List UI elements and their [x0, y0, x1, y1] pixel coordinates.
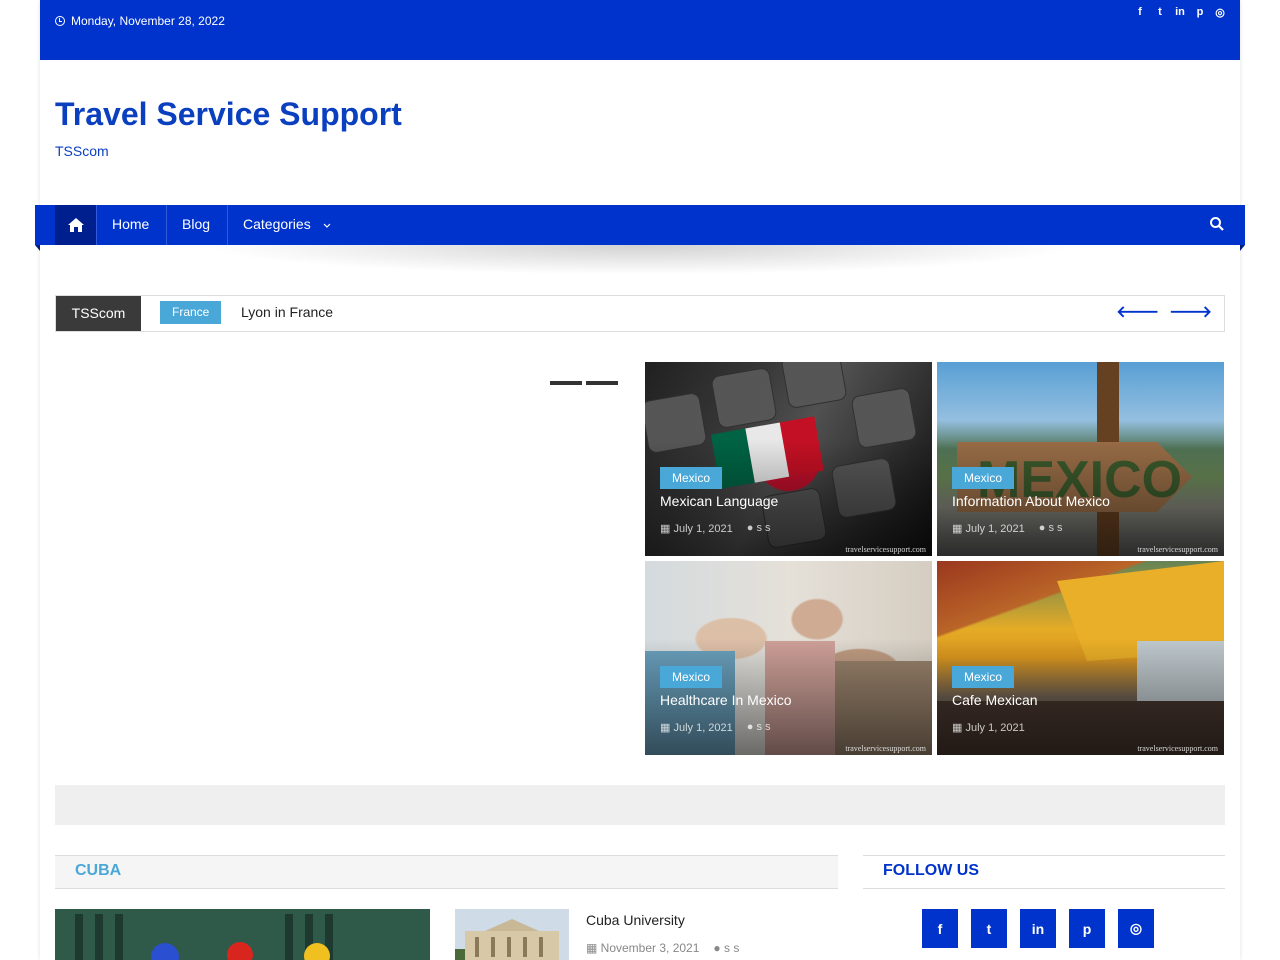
cuba-post-date: ▦ November 3, 2021 — [586, 941, 700, 955]
section-header-follow: FOLLOW US — [863, 855, 1225, 889]
ticker-label: TSScom — [56, 296, 141, 331]
calendar-icon: ▦ — [660, 722, 674, 734]
cuba-thumb-art — [455, 909, 569, 960]
card-title[interactable]: Healthcare In Mexico — [660, 692, 792, 708]
card-author[interactable]: ● s s — [747, 522, 771, 535]
instagram-icon[interactable]: ◎ — [1214, 6, 1226, 19]
nav-home[interactable]: Home — [96, 205, 164, 245]
slider-dot[interactable] — [550, 381, 582, 385]
card-date: ▦ July 1, 2021 — [952, 523, 1025, 535]
site-tagline: TSScom — [55, 143, 109, 159]
card-title[interactable]: Cafe Mexican — [952, 692, 1038, 708]
card-meta: ▦ July 1, 2021 ● s s — [660, 721, 771, 734]
card-title[interactable]: Mexican Language — [660, 493, 778, 509]
card-title[interactable]: Information About Mexico — [952, 493, 1110, 509]
nav-blog[interactable]: Blog — [166, 205, 225, 245]
cuba-featured-image[interactable] — [55, 909, 430, 960]
linkedin-icon[interactable]: in — [1174, 6, 1186, 19]
image-watermark: travelservicesupport.com — [845, 744, 926, 753]
calendar-icon: ▦ — [952, 722, 966, 734]
card-category-badge[interactable]: Mexico — [660, 666, 723, 688]
slider-dot[interactable] — [586, 381, 618, 385]
calendar-icon: ▦ — [586, 941, 601, 955]
section-header-cuba: CUBA — [55, 855, 838, 889]
card-category-badge[interactable]: Mexico — [660, 467, 723, 489]
main-nav: Home Blog Categories — [35, 205, 1245, 251]
twitter-icon[interactable]: t — [971, 909, 1007, 948]
search-icon[interactable] — [1209, 216, 1225, 232]
image-watermark: travelservicesupport.com — [1137, 545, 1218, 554]
calendar-icon: ▦ — [952, 523, 966, 535]
linkedin-icon[interactable]: in — [1020, 909, 1056, 948]
cuba-image-art — [55, 909, 430, 960]
calendar-icon: ▦ — [660, 523, 674, 535]
site-title[interactable]: Travel Service Support — [55, 96, 402, 133]
pinterest-icon[interactable]: p — [1069, 909, 1105, 948]
featured-card[interactable]: Mexico Cafe Mexican ▦ July 1, 2021 trave… — [937, 561, 1224, 755]
top-bar: Monday, November 28, 2022 f t in p ◎ — [40, 0, 1240, 60]
chevron-down-icon — [323, 223, 331, 228]
card-meta: ▦ July 1, 2021 ● s s — [952, 522, 1063, 535]
pinterest-icon[interactable]: p — [1194, 6, 1206, 19]
arrow-right-icon[interactable]: 🡒 — [1169, 304, 1212, 322]
top-social-links: f t in p ◎ — [1134, 6, 1226, 19]
clock-icon — [55, 16, 65, 26]
nav-shadow — [200, 245, 1080, 275]
cuba-post-thumbnail[interactable] — [455, 909, 569, 960]
ticker-controls: 🡐 🡒 — [1116, 304, 1212, 322]
card-meta: ▦ July 1, 2021 — [952, 721, 1025, 734]
card-category-badge[interactable]: Mexico — [952, 666, 1015, 688]
card-date: ▦ July 1, 2021 — [660, 722, 733, 734]
cuba-post-title[interactable]: Cuba University — [586, 912, 685, 928]
card-category-badge[interactable]: Mexico — [952, 467, 1015, 489]
card-author[interactable]: ● s s — [1039, 522, 1063, 535]
ticker-headline[interactable]: Lyon in France — [241, 304, 333, 320]
card-meta: ▦ July 1, 2021 ● s s — [660, 522, 771, 535]
facebook-icon[interactable]: f — [1134, 6, 1146, 19]
instagram-icon[interactable]: ◎ — [1118, 909, 1154, 948]
news-ticker: TSScom France Lyon in France 🡐 🡒 — [55, 295, 1225, 332]
card-date: ▦ July 1, 2021 — [660, 523, 733, 535]
home-icon[interactable] — [55, 205, 96, 245]
arrow-left-icon[interactable]: 🡐 — [1116, 304, 1159, 322]
nav-categories[interactable]: Categories — [227, 205, 346, 245]
image-watermark: travelservicesupport.com — [845, 545, 926, 554]
user-icon: ● — [713, 941, 724, 955]
cuba-post-author[interactable]: ● s s — [713, 941, 739, 955]
card-author[interactable]: ● s s — [747, 721, 771, 734]
image-watermark: travelservicesupport.com — [1137, 744, 1218, 753]
featured-card[interactable]: Mexico Mexican Language ▦ July 1, 2021 ●… — [645, 362, 932, 556]
twitter-icon[interactable]: t — [1154, 6, 1166, 19]
current-date: Monday, November 28, 2022 — [55, 11, 225, 32]
cuba-post-meta: ▦ November 3, 2021 ● s s — [586, 941, 739, 955]
slider-pagination — [550, 381, 618, 385]
follow-buttons: f t in p ◎ — [922, 909, 1154, 948]
ticker-category-badge[interactable]: France — [160, 301, 222, 324]
ad-placeholder — [55, 785, 1225, 825]
card-date: ▦ July 1, 2021 — [952, 722, 1025, 734]
featured-card[interactable]: Mexico Healthcare In Mexico ▦ July 1, 20… — [645, 561, 932, 755]
facebook-icon[interactable]: f — [922, 909, 958, 948]
featured-card[interactable]: MEXICO Mexico Information About Mexico ▦… — [937, 362, 1224, 556]
